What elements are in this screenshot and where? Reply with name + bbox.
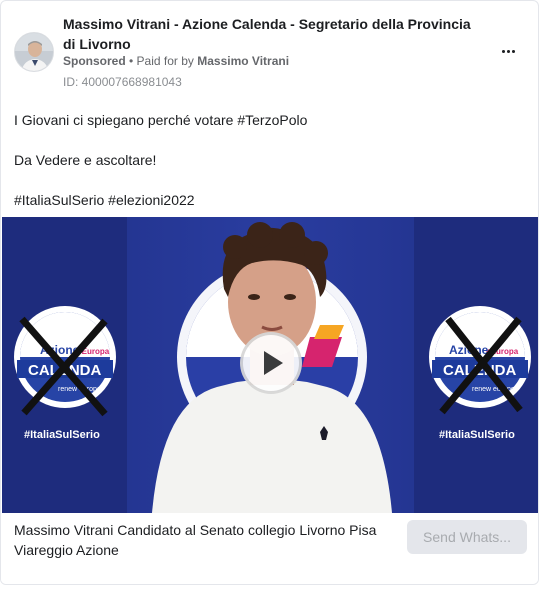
page-avatar[interactable] bbox=[14, 32, 54, 72]
post-hashtags: #ItaliaSulSerio #elezioni2022 bbox=[14, 192, 195, 208]
link-title[interactable]: Massimo Vitrani Candidato al Senato coll… bbox=[14, 520, 394, 560]
post-line-1: I Giovani ci spiegano perché votare #Ter… bbox=[14, 112, 308, 128]
more-horizontal-icon bbox=[501, 49, 505, 53]
ad-footer: Massimo Vitrani Candidato al Senato coll… bbox=[1, 513, 538, 584]
ad-card: Massimo Vitrani - Azione Calenda - Segre… bbox=[0, 0, 539, 585]
ad-id: ID: 400007668981043 bbox=[63, 75, 182, 89]
play-icon bbox=[264, 351, 283, 375]
ad-header: Massimo Vitrani - Azione Calenda - Segre… bbox=[1, 1, 538, 101]
right-hashtag-overlay: #ItaliaSulSerio bbox=[439, 429, 515, 441]
sponsored-label: Sponsored bbox=[63, 54, 126, 68]
page-name-link[interactable]: Massimo Vitrani - Azione Calenda - Segre… bbox=[63, 14, 483, 54]
play-button[interactable] bbox=[240, 332, 302, 394]
send-whatsapp-button[interactable]: Send Whats... bbox=[407, 520, 527, 554]
more-options-button[interactable] bbox=[495, 41, 521, 61]
post-line-2: Da Vedere e ascoltare! bbox=[14, 152, 157, 168]
meta-separator: • bbox=[125, 54, 137, 68]
sponsored-line: Sponsored • Paid for by Massimo Vitrani bbox=[63, 53, 289, 69]
paid-for-prefix: Paid for by bbox=[136, 54, 198, 68]
paid-for-name: Massimo Vitrani bbox=[197, 54, 290, 68]
left-hashtag-overlay: #ItaliaSulSerio bbox=[24, 429, 100, 441]
